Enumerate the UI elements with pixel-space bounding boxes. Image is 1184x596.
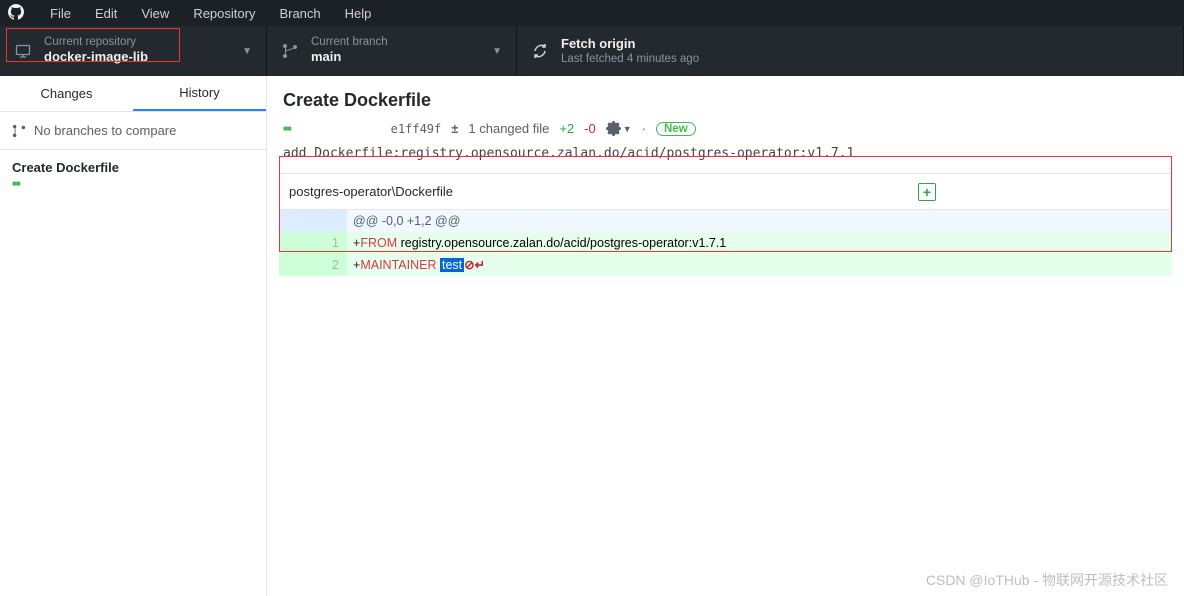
github-logo-icon: [8, 4, 24, 23]
diff-line: 1 +FROM registry.opensource.zalan.do/aci…: [279, 232, 1172, 254]
watermark: CSDN @IoTHub - 物联网开源技术社区: [926, 570, 1168, 590]
sync-icon: [531, 43, 549, 59]
menu-view[interactable]: View: [129, 6, 181, 21]
diff-view: postgres-operator\Dockerfile + @@ -0,0 +…: [279, 173, 1172, 276]
chevron-down-icon: ▼: [492, 46, 502, 57]
tab-history[interactable]: History: [133, 76, 266, 111]
tab-changes[interactable]: Changes: [0, 76, 133, 111]
current-repository-dropdown[interactable]: Current repository docker-image-lib ▼: [0, 26, 267, 76]
computer-icon: [14, 43, 32, 59]
commit-message: add Dockerfile:registry.opensource.zalan…: [267, 142, 1184, 173]
repo-label: Current repository: [44, 36, 234, 50]
menu-branch[interactable]: Branch: [267, 6, 332, 21]
menu-edit[interactable]: Edit: [83, 6, 129, 21]
commit-item-title: Create Dockerfile: [12, 160, 254, 175]
deletions-count: -0: [584, 121, 596, 136]
compare-branches-button[interactable]: No branches to compare: [0, 112, 266, 150]
commit-sha[interactable]: e1ff49f: [391, 122, 442, 136]
sidebar-tabs: Changes History: [0, 76, 266, 112]
commit-meta: ■■ e1ff49f ± 1 changed file +2 -0 ▼ · Ne…: [283, 121, 1168, 136]
branch-name: main: [311, 49, 484, 66]
menu-repository[interactable]: Repository: [181, 6, 267, 21]
header: Current repository docker-image-lib ▼ Cu…: [0, 26, 1184, 76]
compare-text: No branches to compare: [34, 123, 176, 138]
branch-label: Current branch: [311, 36, 484, 50]
menu-file[interactable]: File: [38, 6, 83, 21]
git-branch-icon: [281, 43, 299, 59]
diff-file-header[interactable]: postgres-operator\Dockerfile +: [279, 174, 1172, 210]
commit-title: Create Dockerfile: [283, 90, 1168, 111]
repo-name: docker-image-lib: [44, 49, 234, 66]
diff-table: @@ -0,0 +1,2 @@ 1 +FROM registry.opensou…: [279, 210, 1172, 276]
fetch-origin-button[interactable]: Fetch origin Last fetched 4 minutes ago: [517, 26, 1184, 76]
additions-count: +2: [559, 121, 574, 136]
diff-hunk-header: @@ -0,0 +1,2 @@: [279, 210, 1172, 232]
expand-file-button[interactable]: +: [918, 183, 936, 201]
diff-line: 2 +MAINTAINER test⊘↵: [279, 254, 1172, 276]
menu-help[interactable]: Help: [333, 6, 384, 21]
sidebar: Changes History No branches to compare C…: [0, 76, 267, 596]
commit-list-item[interactable]: Create Dockerfile ■■: [0, 150, 266, 198]
commit-dots-icon: ■■: [12, 179, 254, 188]
changed-files-text[interactable]: 1 changed file: [468, 121, 549, 136]
diff-options-button[interactable]: ▼: [606, 121, 632, 136]
author-dots-icon: ■■: [283, 124, 291, 133]
fetch-title: Fetch origin: [561, 36, 1169, 53]
current-branch-dropdown[interactable]: Current branch main ▼: [267, 26, 517, 76]
diffstat-icon: ±: [451, 121, 458, 136]
new-badge: New: [656, 122, 696, 136]
chevron-down-icon: ▼: [242, 46, 252, 57]
fetch-status: Last fetched 4 minutes ago: [561, 53, 1169, 67]
diff-file-path: postgres-operator\Dockerfile: [289, 184, 453, 199]
main-content: Create Dockerfile ■■ e1ff49f ± 1 changed…: [267, 76, 1184, 596]
menubar: File Edit View Repository Branch Help: [0, 0, 1184, 26]
